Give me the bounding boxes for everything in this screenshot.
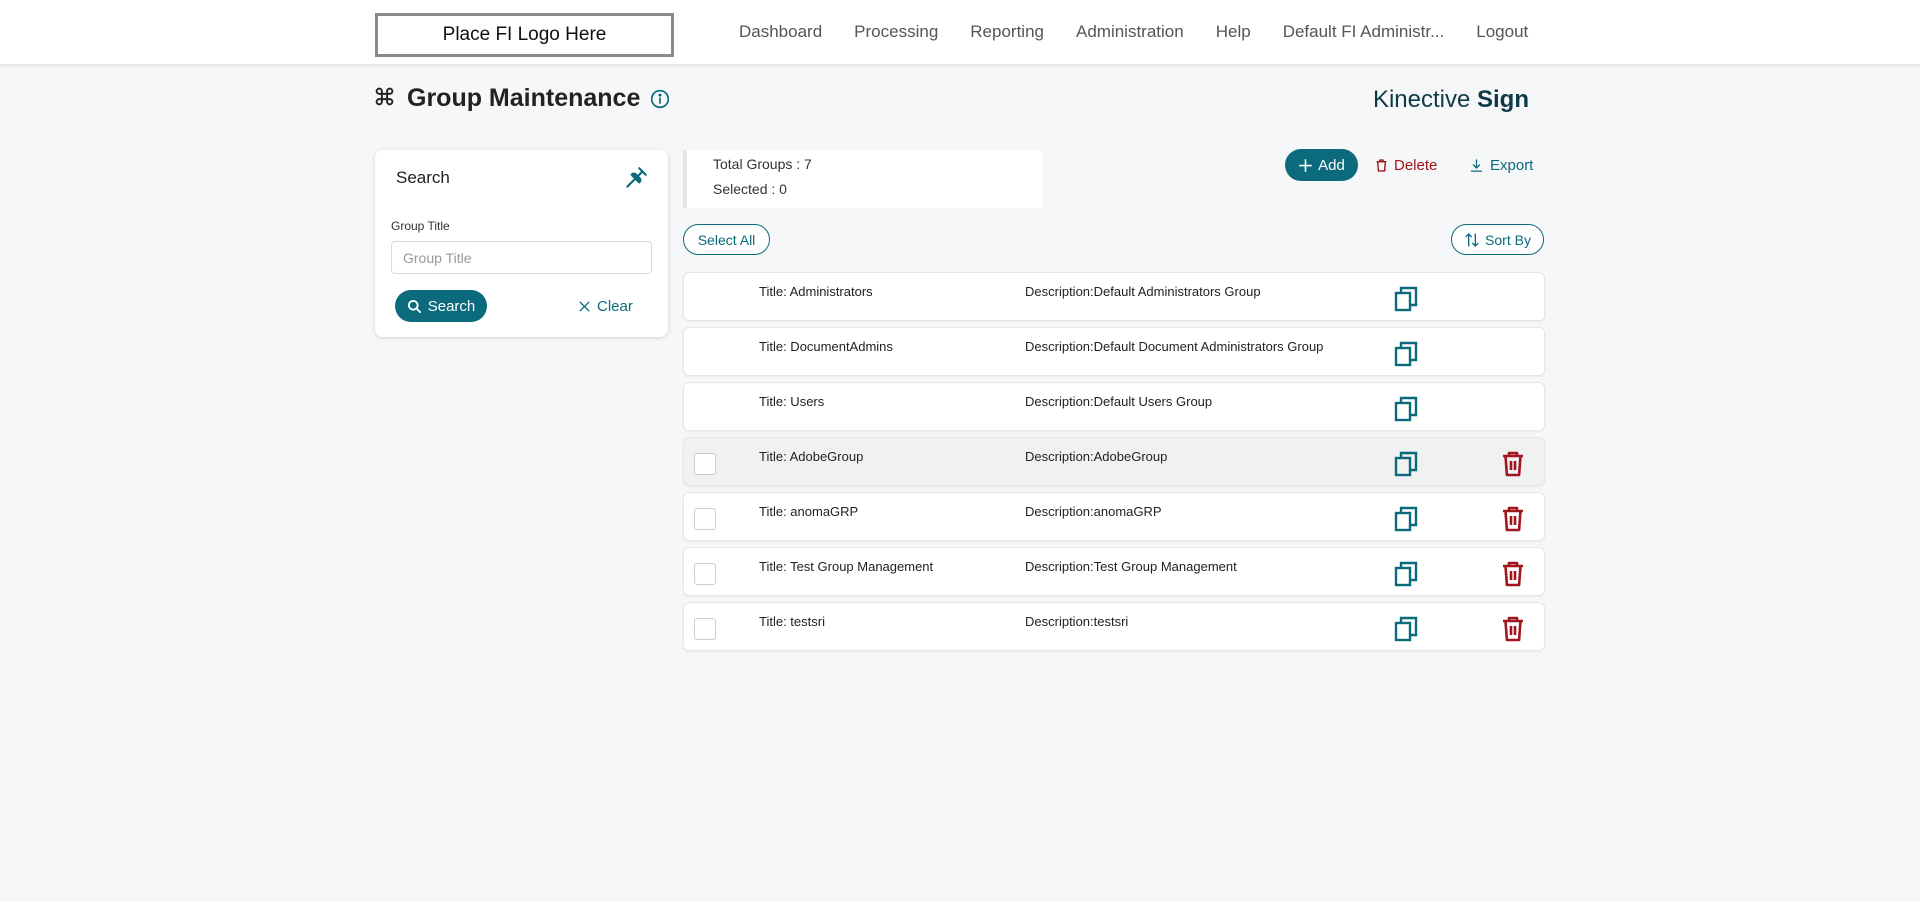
pin-icon[interactable] (623, 165, 649, 196)
copy-icon[interactable] (1394, 396, 1418, 427)
table-row[interactable]: Title: testsri Description:testsri (683, 602, 1545, 651)
top-navbar: Place FI Logo Here Dashboard Processing … (0, 0, 1920, 64)
group-title: Title: DocumentAdmins (759, 339, 893, 354)
table-row[interactable]: Title: AdobeGroup Description:AdobeGroup (683, 437, 1545, 486)
search-button[interactable]: Search (395, 290, 487, 322)
delete-button[interactable]: Delete (1375, 149, 1437, 181)
close-icon (579, 300, 590, 312)
trash-icon[interactable] (1502, 561, 1524, 592)
nav-processing[interactable]: Processing (854, 22, 938, 42)
group-title: Title: Users (759, 394, 825, 409)
group-description: Description:Default Document Administrat… (1025, 339, 1324, 354)
sort-by-label: Sort By (1485, 231, 1531, 248)
main-nav: Dashboard Processing Reporting Administr… (739, 0, 1528, 64)
total-groups-count: Total Groups : 7 (713, 156, 812, 172)
copy-icon[interactable] (1394, 616, 1418, 647)
nav-logout[interactable]: Logout (1476, 22, 1528, 42)
summary-panel: Total Groups : 7 Selected : 0 (683, 150, 1042, 208)
delete-button-label: Delete (1394, 156, 1438, 174)
copy-icon[interactable] (1394, 286, 1418, 317)
group-title: Title: anomaGRP (759, 504, 859, 519)
group-title-label: Group Title (391, 219, 450, 233)
page-header: Group Maintenance (374, 84, 670, 113)
trash-icon[interactable] (1502, 451, 1524, 482)
group-title: Title: AdobeGroup (759, 449, 864, 464)
row-checkbox[interactable] (694, 618, 716, 640)
table-row[interactable]: Title: anomaGRP Description:anomaGRP (683, 492, 1545, 541)
nav-dashboard[interactable]: Dashboard (739, 22, 822, 42)
brand-logo: Kinective Sign (1373, 86, 1529, 114)
add-button[interactable]: Add (1285, 149, 1358, 181)
nav-user-menu[interactable]: Default FI Administr... (1283, 22, 1445, 42)
nav-administration[interactable]: Administration (1076, 22, 1184, 42)
group-description: Description:testsri (1025, 614, 1129, 629)
search-heading: Search (396, 168, 450, 187)
add-button-label: Add (1318, 156, 1345, 174)
copy-icon[interactable] (1394, 341, 1418, 372)
table-row[interactable]: Title: Administrators Description:Defaul… (683, 272, 1545, 321)
group-list: Title: Administrators Description:Defaul… (683, 272, 1545, 657)
copy-icon[interactable] (1394, 561, 1418, 592)
group-description: Description:Default Administrators Group (1025, 284, 1261, 299)
search-icon (407, 299, 421, 313)
search-panel: Search Group Title Search Clear (375, 150, 668, 337)
sort-icon (1465, 232, 1479, 247)
download-icon (1470, 158, 1483, 172)
clear-button[interactable]: Clear (578, 290, 633, 322)
trash-icon[interactable] (1502, 506, 1524, 537)
table-row[interactable]: Title: Users Description:Default Users G… (683, 382, 1545, 431)
group-title: Title: Administrators (759, 284, 873, 299)
row-checkbox[interactable] (694, 508, 716, 530)
group-description: Description:Test Group Management (1025, 559, 1237, 574)
row-checkbox[interactable] (694, 453, 716, 475)
group-title: Title: testsri (759, 614, 825, 629)
table-row[interactable]: Title: DocumentAdmins Description:Defaul… (683, 327, 1545, 376)
clear-button-label: Clear (597, 297, 633, 315)
export-button[interactable]: Export (1469, 149, 1533, 181)
plus-icon (1299, 158, 1313, 172)
logo-placeholder[interactable]: Place FI Logo Here (375, 13, 674, 57)
export-button-label: Export (1490, 156, 1534, 174)
table-row[interactable]: Title: Test Group Management Description… (683, 547, 1545, 596)
info-icon[interactable] (650, 89, 670, 109)
nav-help[interactable]: Help (1216, 22, 1251, 42)
row-checkbox[interactable] (694, 563, 716, 585)
search-button-label: Search (427, 297, 476, 315)
sort-by-button[interactable]: Sort By (1451, 224, 1544, 255)
copy-icon[interactable] (1394, 506, 1418, 537)
brand-name: Kinective (1372, 86, 1471, 113)
copy-icon[interactable] (1394, 451, 1418, 482)
group-title: Title: Test Group Management (759, 559, 934, 574)
group-title-input[interactable] (391, 241, 652, 274)
command-icon (374, 86, 395, 112)
page-title: Group Maintenance (407, 84, 641, 112)
group-description: Description:Default Users Group (1025, 394, 1213, 409)
nav-reporting[interactable]: Reporting (970, 22, 1044, 42)
select-all-button[interactable]: Select All (683, 224, 770, 255)
group-description: Description:AdobeGroup (1025, 449, 1168, 464)
trash-icon (1376, 158, 1387, 172)
brand-product: Sign (1477, 86, 1529, 113)
group-description: Description:anomaGRP (1025, 504, 1162, 519)
selected-count: Selected : 0 (713, 181, 787, 197)
trash-icon[interactable] (1502, 616, 1524, 647)
